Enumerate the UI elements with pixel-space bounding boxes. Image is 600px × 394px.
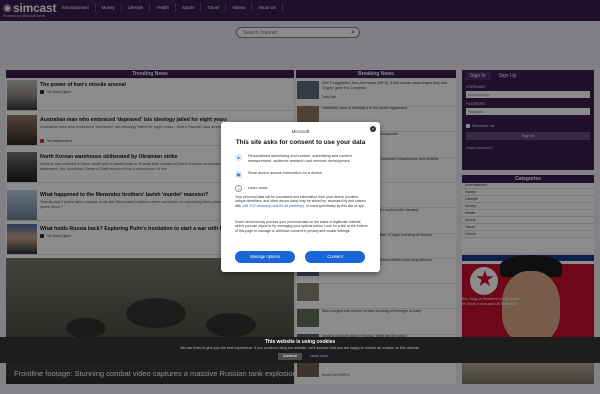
device-icon: ▣: [235, 171, 242, 178]
cookie-continue-button[interactable]: Continue: [278, 353, 302, 360]
cookie-banner: This website is using cookies We use the…: [0, 337, 600, 363]
consent-button[interactable]: Consent: [305, 251, 365, 263]
close-icon[interactable]: ×: [370, 126, 376, 132]
consent-title: This site asks for consent to use your d…: [235, 139, 366, 146]
manage-options-button[interactable]: Manage options: [235, 251, 295, 263]
cookie-title: This website is using cookies: [264, 339, 336, 345]
consent-description: Your personal data will be processed and…: [235, 195, 366, 208]
consent-dialog: Microsoft × This site asks for consent t…: [221, 122, 380, 272]
person-icon: ●: [235, 154, 242, 161]
consent-brand: Microsoft: [291, 129, 310, 134]
cookie-text: We use them to give you the best experie…: [180, 346, 420, 350]
cookie-learn-more-link[interactable]: Learn more: [310, 354, 328, 358]
consent-description-2: Some vendors may process your personal d…: [235, 220, 368, 233]
vendors-link[interactable]: 148 TCF vendor(s) and 63 ad partner(s): [242, 204, 304, 208]
chevron-down-icon: ⌄: [235, 185, 242, 192]
